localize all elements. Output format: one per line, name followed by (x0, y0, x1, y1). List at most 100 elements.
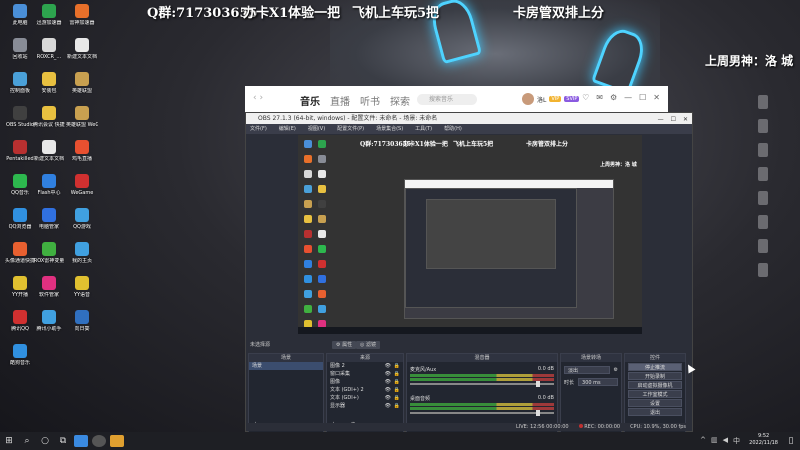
desktop-icon[interactable]: 向日葵 (66, 310, 98, 332)
tab-audiobook[interactable]: 听书 (360, 93, 380, 108)
close-icon[interactable]: ✕ (683, 114, 688, 125)
source-item[interactable]: 窗口采集 👁 🔒 (327, 370, 403, 378)
lock-icon[interactable]: 🔒 (394, 386, 400, 394)
mail-icon[interactable]: ✉ (596, 93, 603, 102)
properties-button[interactable]: ⚙ 属性 (332, 341, 357, 349)
music-app-icon[interactable] (110, 435, 124, 447)
lock-icon[interactable]: 🔒 (394, 394, 400, 402)
transition-type-select[interactable]: 淡出 (564, 366, 610, 374)
control-button[interactable]: 设置 (628, 399, 682, 407)
desktop-icon[interactable]: WeGame (66, 174, 98, 196)
minimize-icon[interactable]: — (624, 93, 632, 102)
desktop-icon[interactable]: QQ游戏 (66, 208, 98, 230)
desktop-icon[interactable]: 鸡毛直播 (66, 140, 98, 162)
desktop-icon[interactable]: 腾讯QQ (4, 310, 36, 332)
desktop-icon[interactable]: 酷狗音乐 (4, 344, 36, 366)
obs-menu-item[interactable]: 视图(V) (308, 124, 325, 134)
control-button[interactable]: 开始录制 (628, 372, 682, 380)
gear-icon[interactable]: ⚙ (614, 367, 618, 373)
desktop-icon[interactable]: 腾讯会议 快捷方式 (33, 106, 65, 128)
desktop-icon[interactable]: OBS Studio (4, 106, 36, 128)
source-item[interactable]: 文本 (GDI+) 2 👁 🔒 (327, 386, 403, 394)
desktop-icon[interactable]: 英雄联盟 (66, 72, 98, 94)
obs-app-icon[interactable] (92, 435, 106, 447)
desktop-icon[interactable]: ROXCR_... (33, 38, 65, 60)
source-item[interactable]: 显示器 👁 🔒 (327, 402, 403, 410)
control-button[interactable]: 启动虚拟摄像机 (628, 381, 682, 389)
nav-back-forward[interactable]: ‹ › (253, 93, 263, 103)
browser-app-icon[interactable] (74, 435, 88, 447)
desktop-icon[interactable]: 新建文本文档 (33, 140, 65, 162)
control-button[interactable]: 工作室模式 (628, 390, 682, 398)
maximize-icon[interactable]: ☐ (671, 114, 676, 125)
minimize-icon[interactable]: — (658, 114, 664, 125)
user-area[interactable]: 洛L VIP SVIP (522, 93, 580, 105)
close-icon[interactable]: ✕ (653, 93, 660, 102)
volume-icon[interactable]: ◀ (723, 436, 728, 446)
desktop-icon[interactable]: Pentakilled (4, 140, 36, 162)
shirt-icon[interactable]: ♡ (582, 93, 589, 102)
source-item[interactable]: 文本 (GDI+) 👁 🔒 (327, 394, 403, 402)
obs-menu-item[interactable]: 帮助(H) (444, 124, 462, 134)
desktop-icon[interactable]: 新建文本文档 (66, 38, 98, 60)
lock-icon[interactable]: 🔒 (394, 402, 400, 410)
desktop-icon[interactable]: YY语音 (66, 276, 98, 298)
volume-slider[interactable] (410, 410, 554, 416)
obs-menu-item[interactable]: 编辑(E) (279, 124, 296, 134)
source-item[interactable]: 图像 2 👁 🔒 (327, 362, 403, 370)
desktop-icon[interactable]: 英雄联盟 WeGame版 (66, 106, 98, 128)
control-button[interactable]: 退出 (628, 408, 682, 416)
chevron-up-icon[interactable]: ^ (700, 436, 706, 446)
desktop-icon[interactable]: 我的主页 (66, 242, 98, 264)
lock-icon[interactable]: 🔒 (394, 362, 400, 370)
windows-start-icon[interactable]: ⊞ (0, 432, 18, 450)
lock-icon[interactable]: 🔒 (394, 378, 400, 386)
desktop-icon[interactable]: 迅游加速器 (33, 4, 65, 26)
ime-icon[interactable]: 中 (733, 436, 740, 446)
duration-input[interactable]: 300 ms (578, 378, 618, 386)
desktop-icon[interactable]: 腾讯小助手 (33, 310, 65, 332)
desktop-icon[interactable]: 软件管家 (33, 276, 65, 298)
desktop-icon[interactable]: 控制面板 (4, 72, 36, 94)
visibility-eye-icon[interactable]: 👁 (385, 370, 391, 378)
network-icon[interactable]: ▥ (711, 436, 718, 446)
obs-menu-item[interactable]: 文件(F) (250, 124, 267, 134)
notification-icon[interactable]: ▯ (782, 432, 800, 450)
music-search-input[interactable]: 搜索音乐 (417, 94, 477, 105)
scene-item[interactable]: 场景 (249, 362, 323, 370)
task-view-icon[interactable]: ⧉ (54, 432, 72, 450)
desktop-icon[interactable]: 头像通道快捷 (4, 242, 36, 264)
obs-menu-item[interactable]: 场景集合(S) (376, 124, 403, 134)
desktop-icon[interactable]: 安装包 (33, 72, 65, 94)
filters-button[interactable]: ◎ 滤镜 (356, 341, 380, 349)
visibility-eye-icon[interactable]: 👁 (385, 402, 391, 410)
desktop-icon[interactable]: 电脑管家 (33, 208, 65, 230)
desktop-icon[interactable]: 回收站 (4, 38, 36, 60)
search-icon[interactable]: ⌕ (18, 432, 36, 450)
avatar[interactable] (522, 93, 534, 105)
desktop-icon[interactable]: QQ浏览器 (4, 208, 36, 230)
task-view-icon[interactable]: ○ (36, 432, 54, 450)
source-item[interactable]: 图像 👁 🔒 (327, 378, 403, 386)
control-button[interactable]: 停止推流 (628, 363, 682, 371)
visibility-eye-icon[interactable]: 👁 (385, 362, 391, 370)
desktop-icon[interactable]: 雷神加速器 (66, 4, 98, 26)
desktop-icon[interactable]: ROX雷神变量 (33, 242, 65, 264)
desktop-icon[interactable]: 此电脑 (4, 4, 36, 26)
tab-music[interactable]: 音乐 (300, 93, 320, 108)
desktop-icon[interactable]: QQ音乐 (4, 174, 36, 196)
maximize-icon[interactable]: ☐ (639, 93, 646, 102)
tab-live[interactable]: 直播 (330, 93, 350, 108)
obs-menu-item[interactable]: 工具(T) (415, 124, 432, 134)
volume-slider[interactable] (410, 381, 554, 387)
visibility-eye-icon[interactable]: 👁 (385, 378, 391, 386)
gear-icon[interactable]: ⚙ (610, 93, 617, 102)
obs-menu-item[interactable]: 配置文件(P) (337, 124, 364, 134)
tab-explore[interactable]: 探索 (390, 93, 410, 108)
taskbar-clock[interactable]: 9:52 2022/11/18 (749, 433, 778, 447)
obs-preview[interactable]: Q群:717303655 办卡X1体验一把 飞机上车玩5把 卡房管双排上分 上周… (298, 135, 642, 334)
desktop-icon[interactable]: YY开播 (4, 276, 36, 298)
visibility-eye-icon[interactable]: 👁 (385, 394, 391, 402)
lock-icon[interactable]: 🔒 (394, 370, 400, 378)
desktop-icon[interactable]: Flash中心 (33, 174, 65, 196)
